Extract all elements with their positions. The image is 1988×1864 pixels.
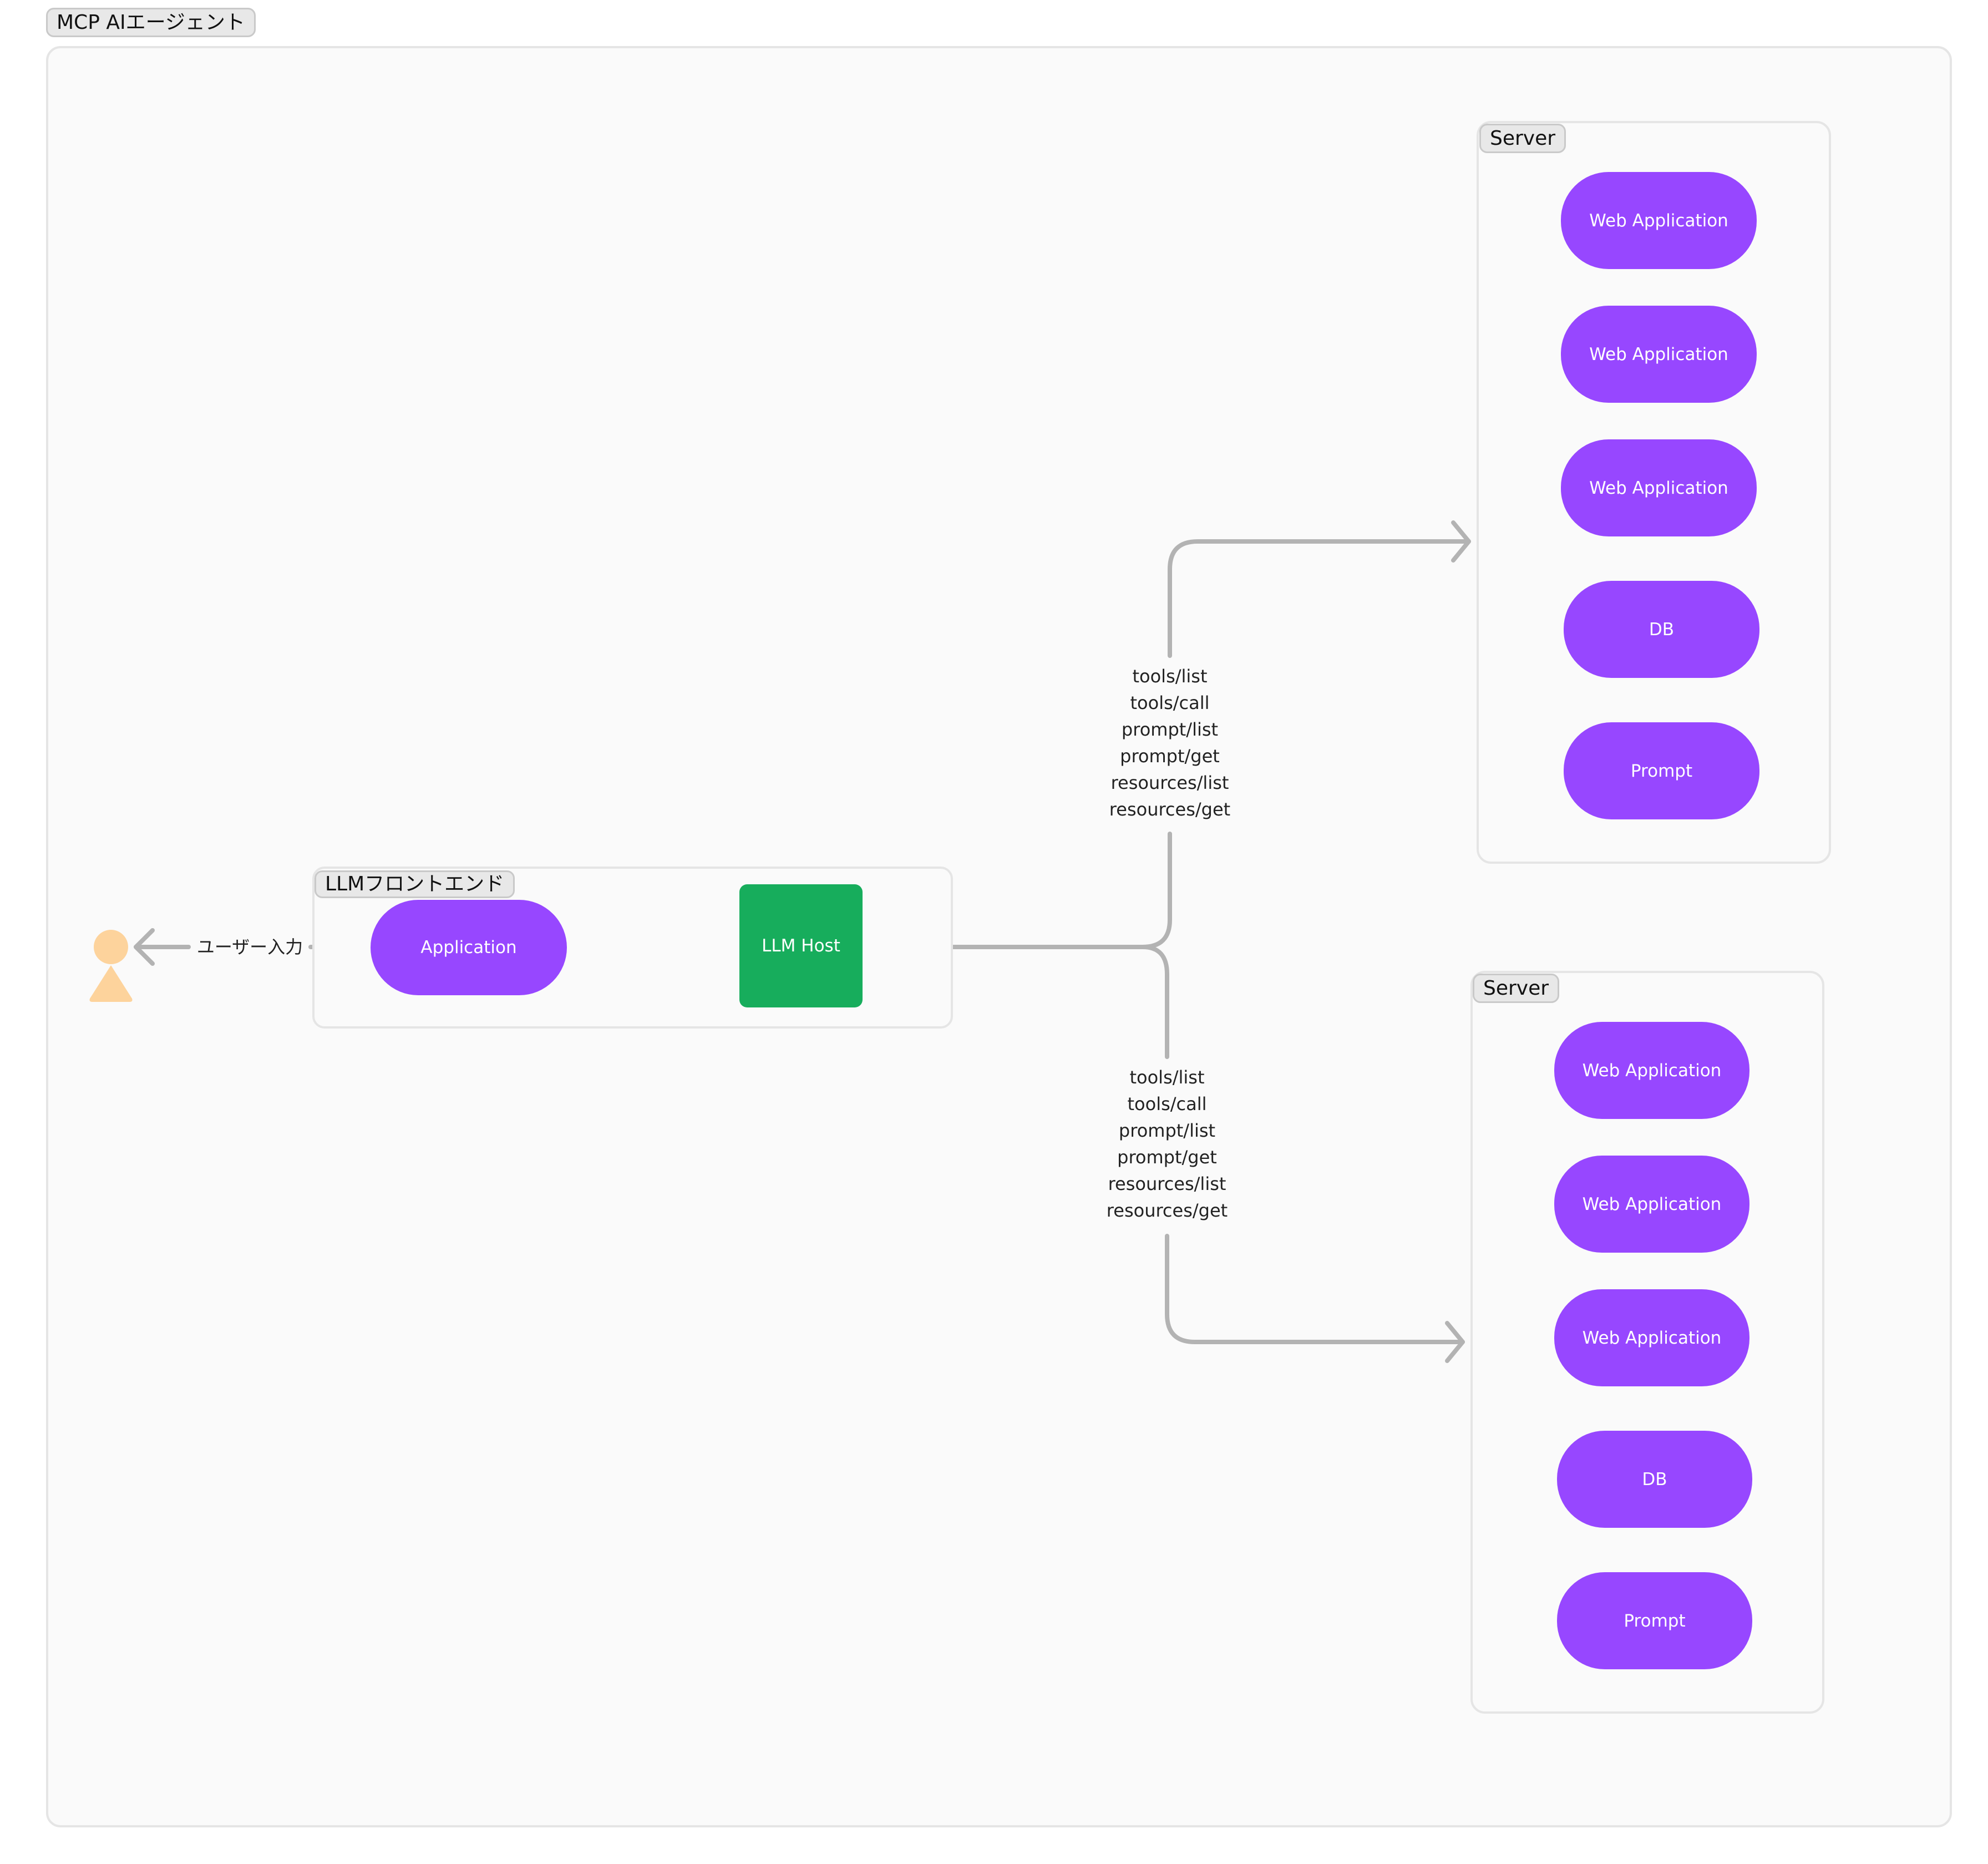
- edge-label-resources-get: resources/get: [1109, 799, 1231, 820]
- server-2-edge-labels: tools/list tools/call prompt/list prompt…: [1092, 1064, 1242, 1224]
- user-input-label: ユーザー入力: [193, 934, 307, 960]
- edge-label-resources-list: resources/list: [1110, 772, 1229, 793]
- user-actor-icon: [89, 930, 133, 1002]
- server-group-1-label: Server: [1479, 124, 1566, 153]
- server-1-node-web-app-1[interactable]: Web Application: [1561, 172, 1757, 269]
- edge-label-resources-list: resources/list: [1108, 1173, 1226, 1194]
- edge-lower-server-line: [1165, 1234, 1465, 1344]
- server-1-edge-labels: tools/list tools/call prompt/list prompt…: [1095, 663, 1245, 823]
- edge-label-prompt-list: prompt/list: [1118, 1120, 1216, 1141]
- server-1-node-db[interactable]: DB: [1564, 581, 1759, 678]
- server-2-node-web-app-2[interactable]: Web Application: [1554, 1156, 1749, 1253]
- server-1-node-prompt[interactable]: Prompt: [1564, 722, 1759, 819]
- edge-label-tools-call: tools/call: [1127, 1093, 1207, 1115]
- server-1-node-web-app-2[interactable]: Web Application: [1561, 306, 1757, 403]
- server-1-node-web-app-3[interactable]: Web Application: [1561, 439, 1757, 536]
- edge-branch-lower: [1140, 945, 1169, 1059]
- server-group-2-label: Server: [1473, 974, 1560, 1003]
- edge-label-prompt-get: prompt/get: [1117, 1147, 1217, 1168]
- edge-branch-upper: [1140, 832, 1172, 949]
- application-node[interactable]: Application: [371, 900, 567, 995]
- edge-label-prompt-list: prompt/list: [1121, 719, 1219, 740]
- frontend-group-label: LLMフロントエンド: [315, 870, 515, 898]
- edge-upper-server-line: [1168, 539, 1471, 658]
- server-2-node-web-app-3[interactable]: Web Application: [1554, 1289, 1749, 1386]
- server-2-node-prompt[interactable]: Prompt: [1557, 1572, 1752, 1669]
- edge-label-tools-list: tools/list: [1132, 666, 1208, 687]
- edge-label-tools-call: tools/call: [1130, 692, 1210, 713]
- edge-label-tools-list: tools/list: [1129, 1067, 1205, 1088]
- edge-label-prompt-get: prompt/get: [1120, 746, 1220, 767]
- llm-host-node[interactable]: LLM Host: [739, 884, 863, 1007]
- server-2-node-web-app-1[interactable]: Web Application: [1554, 1022, 1749, 1119]
- edge-label-resources-get: resources/get: [1106, 1200, 1228, 1221]
- server-2-node-db[interactable]: DB: [1557, 1431, 1752, 1528]
